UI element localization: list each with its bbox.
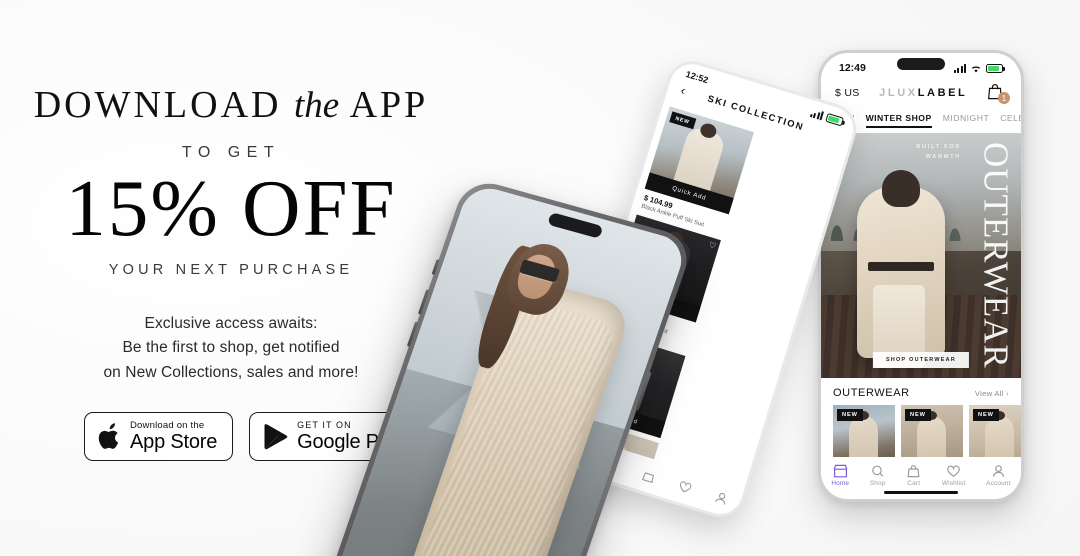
product-card[interactable]: NEW <box>969 405 1021 465</box>
home-indicator <box>884 490 958 494</box>
tab-shop[interactable]: Shop <box>870 464 886 487</box>
tab-label: Wishlist <box>941 479 966 487</box>
heart-icon <box>947 465 961 477</box>
signal-icon <box>809 108 825 120</box>
hero-kicker-line-1: BUILT FOR <box>916 144 961 150</box>
back-button[interactable]: ‹ <box>679 82 688 98</box>
search-icon <box>872 465 884 477</box>
hero-banner[interactable]: BUILT FOR WARMTH OUTERWEAR SHOP OUTERWEA… <box>821 133 1021 378</box>
tab-account[interactable]: Account <box>986 464 1011 487</box>
heart-icon[interactable]: ♡ <box>708 240 717 251</box>
product-carousel[interactable]: NEW NEW NEW <box>821 405 1021 465</box>
app-bar: $ US JLUXLABEL 1 <box>821 79 1021 107</box>
headline-download: DOWNLOAD <box>33 84 282 126</box>
apple-icon <box>98 422 119 449</box>
cart-count-badge: 1 <box>998 92 1010 104</box>
person-icon <box>992 464 1005 477</box>
app-store-top-label: Download on the <box>130 419 205 431</box>
tab-label: Shop <box>869 479 886 487</box>
product-card[interactable]: NEW Quick Add $ 104.99 Black Ankle Puff … <box>638 106 754 235</box>
store-badges: Download on the App Store GET IT ON Goog… <box>84 412 420 461</box>
new-badge: NEW <box>973 409 999 421</box>
tab-label: Account <box>986 479 1011 487</box>
blurb-line-2: Be the first to shop, get notified <box>122 339 340 357</box>
promo-banner: DOWNLOAD the APP TO GET 15% OFF YOUR NEX… <box>0 0 1080 556</box>
person-icon[interactable] <box>713 489 730 506</box>
new-badge: NEW <box>837 409 863 421</box>
phone-notch <box>897 58 945 70</box>
headline-app: APP <box>349 84 429 126</box>
app-store-bottom-label: App Store <box>130 431 218 454</box>
promo-blurb: Exclusive access awaits: Be the first to… <box>0 312 462 385</box>
hero-vertical-title-wrap: OUTERWEAR <box>975 139 1017 372</box>
signal-icon <box>953 63 966 73</box>
battery-icon <box>986 63 1005 73</box>
product-card[interactable]: NEW <box>833 405 895 465</box>
section-title: OUTERWEAR <box>833 387 910 399</box>
tab-wishlist[interactable]: Wishlist <box>942 464 966 487</box>
promo-copy: DOWNLOAD the APP TO GET 15% OFF YOUR NEX… <box>0 86 462 385</box>
view-all-link[interactable]: View All › <box>975 389 1009 398</box>
brand-logo: JLUXLABEL <box>879 87 967 99</box>
tab-label: Home <box>831 479 850 487</box>
tab-label: Cart <box>907 479 921 487</box>
new-badge: NEW <box>905 409 931 421</box>
tab-cart[interactable]: Cart <box>906 464 921 487</box>
hero-kicker-line-2: WARMTH <box>925 153 961 160</box>
status-time: 12:49 <box>839 62 866 74</box>
bag-icon <box>907 464 920 477</box>
logo-dark-part: LABEL <box>917 87 968 99</box>
shop-outerwear-button[interactable]: SHOP OUTERWEAR <box>872 352 970 368</box>
headline-the: the <box>293 85 340 126</box>
heart-icon[interactable] <box>677 478 694 495</box>
logo-light-part: JLUX <box>879 87 918 99</box>
discount-headline: 15% OFF <box>65 163 397 253</box>
battery-icon <box>825 112 845 127</box>
nav-tab-winter-shop[interactable]: WINTER SHOP <box>865 113 932 128</box>
store-icon <box>833 464 848 477</box>
app-store-button[interactable]: Download on the App Store <box>84 412 234 461</box>
nav-tab-midnight[interactable]: MIDNIGHT <box>943 113 990 128</box>
subheadline-next-purchase: YOUR NEXT PURCHASE <box>108 261 354 278</box>
new-badge: NEW <box>669 111 696 130</box>
hero-kicker: BUILT FOR WARMTH <box>916 143 961 162</box>
currency-selector[interactable]: $ US <box>835 87 860 99</box>
google-play-icon <box>264 424 288 450</box>
page-title: DOWNLOAD the APP <box>0 86 462 124</box>
nav-tab-celebration[interactable]: CELEBRATION <box>1000 113 1021 128</box>
wifi-icon <box>971 65 981 72</box>
blurb-line-3: on New Collections, sales and more! <box>103 363 359 381</box>
bag-icon[interactable] <box>640 467 657 484</box>
hero-vertical-title: OUTERWEAR <box>976 142 1016 369</box>
cart-button[interactable]: 1 <box>987 83 1010 104</box>
status-time: 12:52 <box>684 68 710 86</box>
product-card[interactable]: NEW <box>901 405 963 465</box>
section-header: OUTERWEAR View All › <box>821 378 1021 405</box>
subheadline-to-get: TO GET <box>181 144 281 161</box>
tab-home[interactable]: Home <box>831 464 849 487</box>
blurb-line-1: Exclusive access awaits: <box>144 314 318 332</box>
